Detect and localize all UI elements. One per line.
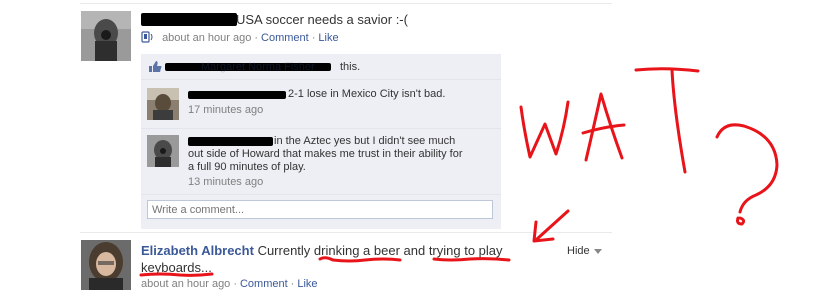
annotation-arrow <box>535 209 570 241</box>
underline-keyboards <box>139 272 214 277</box>
letter-t <box>634 67 700 73</box>
annotation-drawing <box>139 67 779 277</box>
underline-drinking <box>318 256 402 263</box>
underline-trying <box>432 257 511 262</box>
letter-w <box>519 100 570 159</box>
question-mark <box>715 123 779 214</box>
